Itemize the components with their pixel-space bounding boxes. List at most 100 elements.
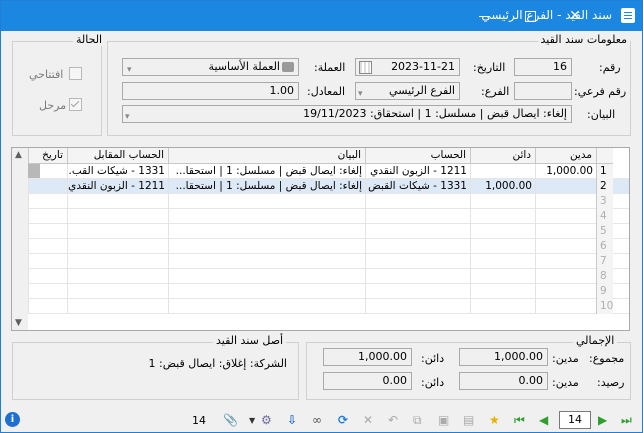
cell-counter-account[interactable] [67, 209, 168, 224]
table-row[interactable]: 10 [28, 299, 629, 314]
scroll-down-icon[interactable]: ▼ [15, 318, 22, 328]
table-row[interactable]: 4 [28, 209, 629, 224]
cell-credit[interactable] [470, 209, 535, 224]
table-row[interactable]: 7 [28, 254, 629, 269]
row-number[interactable]: 5 [596, 224, 613, 239]
row-number[interactable]: 7 [596, 254, 613, 269]
cell-statement[interactable] [168, 209, 365, 224]
cell-debit[interactable] [535, 254, 596, 269]
cell-account[interactable] [365, 209, 470, 224]
cell-debit[interactable] [535, 194, 596, 209]
cell-statement[interactable] [168, 299, 365, 314]
opening-checkbox[interactable] [69, 67, 82, 80]
table-row[interactable]: 3 [28, 194, 629, 209]
cell-credit[interactable] [470, 194, 535, 209]
currency-select[interactable]: العملة الأساسية ▾ [122, 58, 299, 76]
cell-statement[interactable] [168, 254, 365, 269]
table-row[interactable]: 1331 - شيكات القب... إلغاء: ايصال قبض | م… [28, 164, 629, 179]
cell-statement[interactable] [168, 284, 365, 299]
row-number[interactable]: 4 [596, 209, 613, 224]
date-field[interactable]: 2023-11-21 [355, 58, 460, 76]
undo-icon[interactable]: ↶ [388, 413, 398, 428]
rate-field[interactable]: 1.00 [122, 82, 299, 100]
branch-select[interactable]: الفرع الرئيسي ▾ [355, 82, 460, 100]
table-row[interactable]: 8 [28, 269, 629, 284]
cell-account[interactable]: 1211 - الزبون النقدي [365, 164, 470, 179]
cell-credit[interactable] [470, 239, 535, 254]
posted-checkbox[interactable] [69, 98, 82, 111]
previous-record-icon[interactable]: ◀ [539, 413, 548, 428]
header-credit[interactable]: دائن [470, 148, 535, 164]
save-icon[interactable]: ▣ [438, 413, 449, 428]
cell-account[interactable] [365, 239, 470, 254]
table-row[interactable]: 6 [28, 239, 629, 254]
row-number[interactable]: 10 [596, 299, 613, 314]
header-account[interactable]: الحساب [365, 148, 470, 164]
row-number[interactable]: 6 [596, 239, 613, 254]
cell-counter-account[interactable] [67, 194, 168, 209]
cell-counter-account[interactable]: 1211 - الزبون النقدي [67, 179, 168, 194]
cell-debit[interactable] [535, 209, 596, 224]
help-icon[interactable]: i [5, 412, 20, 427]
cell-debit[interactable] [535, 284, 596, 299]
cell-account[interactable] [365, 299, 470, 314]
cell-credit[interactable] [470, 254, 535, 269]
cell-counter-account[interactable] [67, 254, 168, 269]
last-record-icon[interactable]: ⏭ [621, 413, 632, 428]
cell-statement[interactable] [168, 224, 365, 239]
cell-account[interactable] [365, 224, 470, 239]
cell-debit[interactable] [535, 269, 596, 284]
row-number[interactable]: 9 [596, 284, 613, 299]
delete-icon[interactable]: ✕ [363, 413, 373, 428]
row-number[interactable]: 2 [596, 179, 613, 194]
cell-account[interactable] [365, 254, 470, 269]
first-record-icon[interactable]: ⏮ [514, 413, 525, 428]
preview-icon[interactable]: ∞ [312, 413, 322, 428]
cell-account[interactable] [365, 284, 470, 299]
cell-statement[interactable] [168, 269, 365, 284]
entries-grid[interactable]: ▲ ▼ تاريخ الحساب المقابل البيان الحساب د… [11, 147, 630, 331]
cell-credit[interactable] [470, 299, 535, 314]
cell-date[interactable] [28, 179, 67, 194]
title-bar[interactable]: ✕ سند القيد - الفرع الرئيسي [1, 1, 642, 31]
row-number[interactable]: 8 [596, 269, 613, 284]
new-record-icon[interactable]: ▤ [463, 413, 474, 428]
cell-date[interactable] [28, 224, 67, 239]
cell-date[interactable] [28, 299, 67, 314]
cell-credit[interactable]: 1,000.00 [470, 179, 535, 194]
table-row[interactable]: 1211 - الزبون النقدي إلغاء: ايصال قبض | م… [28, 179, 629, 194]
cell-counter-account[interactable] [67, 284, 168, 299]
header-statement[interactable]: البيان [168, 148, 365, 164]
cell-date[interactable] [28, 194, 67, 209]
row-number[interactable]: 1 [596, 164, 613, 179]
table-row[interactable]: 5 [28, 224, 629, 239]
cell-account[interactable] [365, 194, 470, 209]
page-input[interactable]: 14 [559, 411, 591, 429]
cell-account[interactable]: 1331 - شيكات القبض [365, 179, 470, 194]
attachment-icon[interactable]: 📎 [223, 413, 238, 428]
cell-credit[interactable] [470, 269, 535, 284]
subnumber-field[interactable] [514, 82, 572, 100]
calendar-icon[interactable] [359, 61, 372, 74]
row-number[interactable]: 3 [596, 194, 613, 209]
chevron-down-icon[interactable]: ▼ [249, 413, 255, 428]
statement-select[interactable]: إلغاء: ايصال قبض | مسلسل: 1 | استحقاق: 1… [122, 105, 572, 123]
favorite-icon[interactable]: ★ [489, 413, 500, 428]
cell-account[interactable] [365, 269, 470, 284]
next-record-icon[interactable]: ▶ [598, 413, 607, 428]
cell-debit[interactable] [535, 224, 596, 239]
header-counter-account[interactable]: الحساب المقابل [67, 148, 168, 164]
cell-debit[interactable]: 1,000.00 [535, 164, 596, 179]
cell-credit[interactable] [470, 164, 535, 179]
cell-statement[interactable]: إلغاء: ايصال قبض | مسلسل: 1 | استحقا... [168, 179, 365, 194]
cell-counter-account[interactable] [67, 269, 168, 284]
vertical-scrollbar[interactable]: ▲ ▼ [12, 148, 28, 330]
cell-statement[interactable]: إلغاء: ايصال قبض | مسلسل: 1 | استحقا... [168, 164, 365, 179]
cell-statement[interactable] [168, 194, 365, 209]
cell-debit[interactable] [535, 299, 596, 314]
cell-date[interactable] [28, 209, 67, 224]
cell-date[interactable] [28, 269, 67, 284]
header-date[interactable]: تاريخ [28, 148, 67, 164]
tools-icon[interactable]: ⚙ [261, 413, 272, 428]
cell-credit[interactable] [470, 284, 535, 299]
